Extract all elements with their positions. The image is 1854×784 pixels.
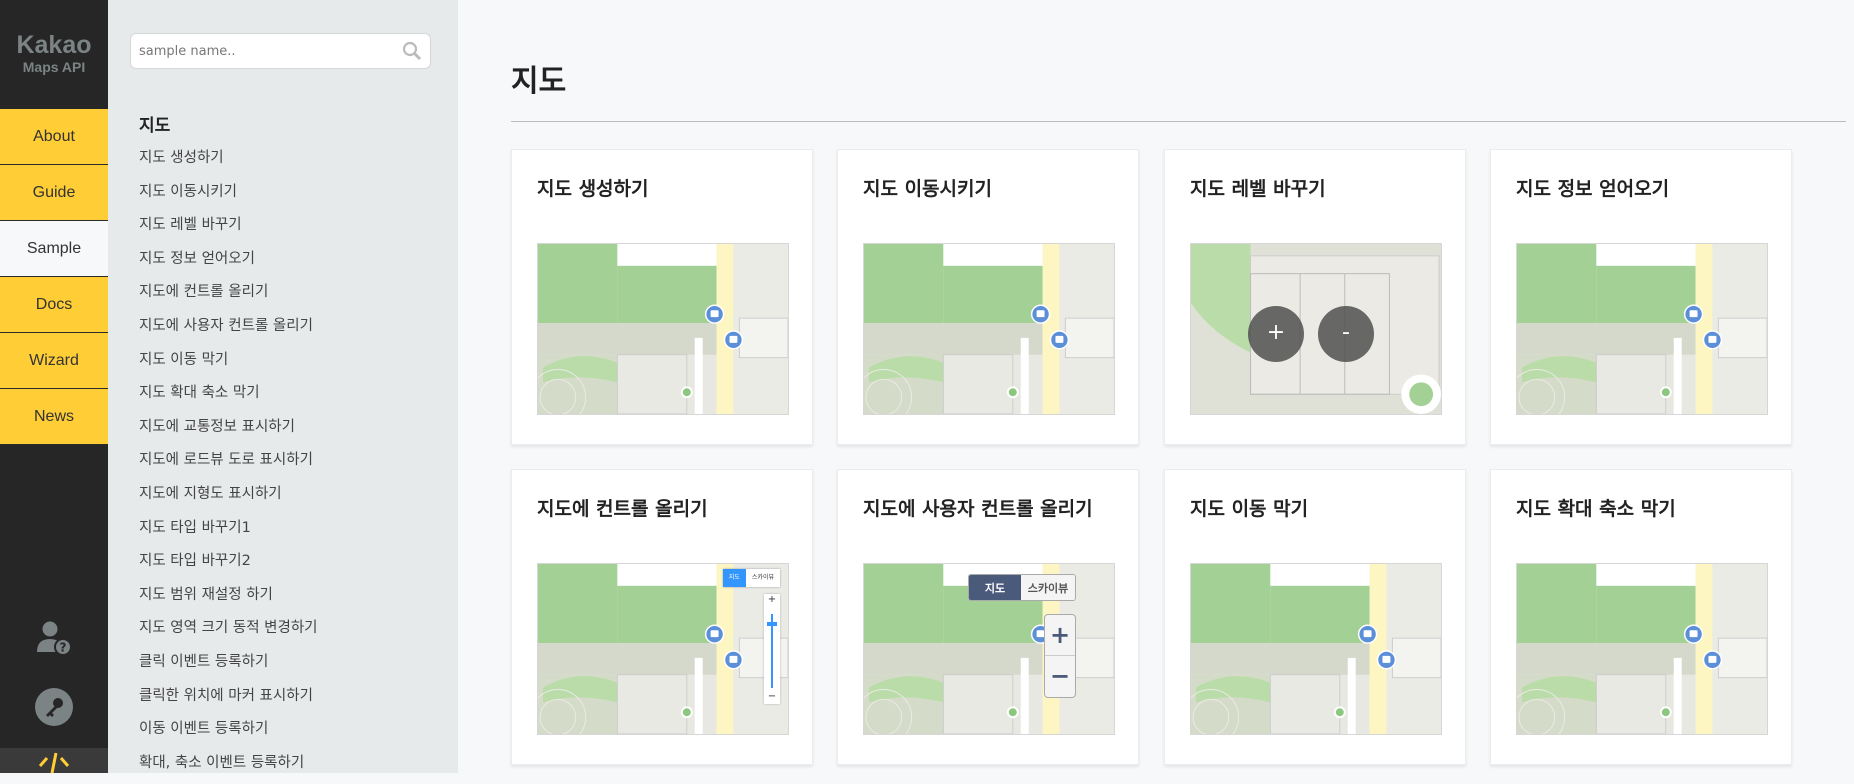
card-title: 지도에 사용자 컨트롤 올리기 <box>863 498 1093 520</box>
list-heading: 지도 <box>139 116 171 136</box>
map-thumbnail <box>863 243 1115 415</box>
map-thumbnail <box>1190 563 1442 735</box>
nav-sample[interactable]: Sample <box>0 221 108 277</box>
map-thumbnail <box>537 243 789 415</box>
sample-card[interactable]: 지도 레벨 바꾸기 + - <box>1164 149 1466 445</box>
zoom-in-button: + <box>1248 306 1304 362</box>
sample-card[interactable]: 지도 이동 막기 <box>1164 469 1466 765</box>
nav-docs[interactable]: Docs <box>0 277 108 333</box>
divider <box>511 121 1846 122</box>
sample-card[interactable]: 지도 생성하기 <box>511 149 813 445</box>
map-thumbnail: 지도 스카이뷰 + − <box>863 563 1115 735</box>
sidebar-item[interactable]: 지도에 컨트롤 올리기 <box>139 280 318 314</box>
logo-subtitle: Maps API <box>22 59 86 75</box>
card-title: 지도 생성하기 <box>537 178 649 200</box>
sample-card[interactable]: 지도 이동시키기 <box>837 149 1139 445</box>
nav-guide[interactable]: Guide <box>0 165 108 221</box>
search-box <box>130 33 431 69</box>
search-icon[interactable] <box>402 41 422 65</box>
map-thumbnail: + - <box>1190 243 1442 415</box>
sample-card[interactable]: 지도에 사용자 컨트롤 올리기 지도 스카이뷰 + − <box>837 469 1139 765</box>
nav-news[interactable]: News <box>0 389 108 445</box>
card-title: 지도 이동 막기 <box>1190 498 1309 520</box>
nav-about[interactable]: About <box>0 109 108 165</box>
logo-title: Kakao <box>16 31 92 59</box>
sample-list: 지도 지도 생성하기 지도 이동시키기 지도 레벨 바꾸기 지도 정보 얻어오기 지도에… <box>139 113 318 784</box>
card-title: 지도 확대 축소 막기 <box>1516 498 1676 520</box>
sidebar-item[interactable]: 지도에 교통정보 표시하기 <box>139 415 318 449</box>
maptype-skyview: 스카이뷰 <box>1021 575 1075 600</box>
map-image <box>1517 564 1767 734</box>
sidebar-item[interactable]: 지도 레벨 바꾸기 <box>139 213 318 247</box>
maptype-control: 지도 스카이뷰 <box>968 574 1076 601</box>
maptype-skyview: 스카이뷰 <box>751 574 774 581</box>
sidebar-item[interactable]: 지도에 사용자 컨트롤 올리기 <box>139 314 318 348</box>
key-icon[interactable] <box>0 688 108 726</box>
map-thumbnail <box>1516 563 1768 735</box>
map-image <box>1191 244 1441 414</box>
sidebar-item[interactable]: 지도 타입 바꾸기1 <box>139 516 318 550</box>
maptype-control: 지도 스카이뷰 <box>722 569 780 587</box>
page-title: 지도 <box>511 64 567 99</box>
nav-wizard[interactable]: Wizard <box>0 333 108 389</box>
code-icon[interactable] <box>0 748 108 773</box>
sample-card[interactable]: 지도 정보 얻어오기 <box>1490 149 1792 445</box>
sidebar-item[interactable]: 지도 확대 축소 막기 <box>139 381 318 415</box>
sidebar-item[interactable]: 지도 정보 얻어오기 <box>139 247 318 281</box>
map-thumbnail: 지도 스카이뷰 + − <box>537 563 789 735</box>
sidebar-item[interactable]: 지도 영역 크기 동적 변경하기 <box>139 616 318 650</box>
map-image <box>538 244 788 414</box>
zoom-out-button: - <box>1318 306 1374 362</box>
map-image <box>864 244 1114 414</box>
map-image <box>1517 244 1767 414</box>
sample-sidebar: 지도 지도 생성하기지도 이동시키기지도 레벨 바꾸기지도 정보 얻어오기지도에… <box>108 0 458 773</box>
search-input[interactable] <box>131 34 381 68</box>
sidebar-item[interactable]: 지도 생성하기 <box>139 146 318 180</box>
logo[interactable]: Kakao Maps API <box>0 0 108 109</box>
sidebar-item[interactable]: 확대, 축소 이벤트 등록하기 <box>139 751 318 784</box>
card-title: 지도 정보 얻어오기 <box>1516 178 1670 200</box>
sidebar-item[interactable]: 지도에 로드뷰 도로 표시하기 <box>139 448 318 482</box>
card-title: 지도에 컨트롤 올리기 <box>537 498 708 520</box>
sidebar-item[interactable]: 클릭한 위치에 마커 표시하기 <box>139 684 318 718</box>
map-thumbnail <box>1516 243 1768 415</box>
sample-card[interactable]: 지도 확대 축소 막기 <box>1490 469 1792 765</box>
sidebar-item[interactable]: 클릭 이벤트 등록하기 <box>139 650 318 684</box>
sidebar-item[interactable]: 지도 이동시키기 <box>139 180 318 214</box>
user-question-icon[interactable]: ? <box>0 620 108 656</box>
sample-card[interactable]: 지도에 컨트롤 올리기 지도 스카이뷰 + − <box>511 469 813 765</box>
sidebar-item[interactable]: 지도 이동 막기 <box>139 348 318 382</box>
sidebar-item[interactable]: 지도 타입 바꾸기2 <box>139 549 318 583</box>
zoom-control: + − <box>1044 614 1076 698</box>
card-title: 지도 레벨 바꾸기 <box>1190 178 1326 200</box>
card-title: 지도 이동시키기 <box>863 178 992 200</box>
sidebar-item[interactable]: 이동 이벤트 등록하기 <box>139 717 318 751</box>
map-image <box>1191 564 1441 734</box>
zoom-slider: + − <box>764 594 780 704</box>
maptype-map: 지도 <box>969 575 1021 600</box>
main-content: 지도 지도 생성하기 지도 이동시키기 지도 레벨 바꾸기 + - 지도 정보 … <box>458 0 1854 773</box>
map-image <box>538 564 788 734</box>
left-nav: Kakao Maps API About Guide Sample Docs W… <box>0 0 108 773</box>
svg-text:?: ? <box>60 641 67 655</box>
maptype-map: 지도 <box>722 569 746 587</box>
sidebar-item[interactable]: 지도에 지형도 표시하기 <box>139 482 318 516</box>
sidebar-item[interactable]: 지도 범위 재설정 하기 <box>139 583 318 617</box>
